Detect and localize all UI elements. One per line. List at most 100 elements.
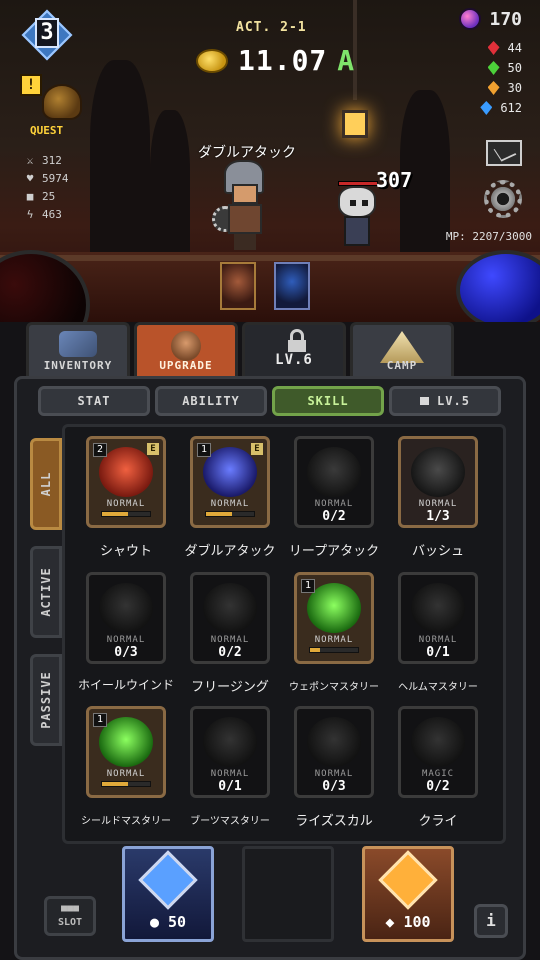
subtab-ability[interactable]: ABILITY bbox=[155, 386, 267, 416]
skill-card-weapon-mastery[interactable]: 1 NORMAL bbox=[294, 572, 374, 664]
skill-name: フリージング bbox=[191, 680, 269, 695]
lantern-icon bbox=[340, 0, 370, 140]
skill-rarity: NORMAL bbox=[314, 635, 354, 645]
skill-card-boots-mastery[interactable]: NORMAL 0/1 bbox=[190, 706, 270, 798]
blue-summon-card[interactable]: ● 50 bbox=[122, 846, 214, 942]
mail-icon[interactable] bbox=[486, 140, 522, 166]
tab-inventory-label: INVENTORY bbox=[43, 359, 113, 372]
orange-gem-icon: ◆ bbox=[385, 913, 404, 931]
empty-summon-slot[interactable] bbox=[242, 846, 334, 942]
hero-body bbox=[228, 204, 262, 234]
tab-locked-lv6[interactable]: LV.6 bbox=[242, 322, 346, 378]
skill-rarity: NORMAL bbox=[314, 769, 354, 779]
blue-crystal-icon bbox=[138, 850, 198, 910]
quest-button[interactable]: ! QUEST bbox=[18, 72, 88, 142]
skill-level: 1 bbox=[301, 579, 315, 593]
subtab-stat[interactable]: STAT bbox=[38, 386, 150, 416]
slot-button[interactable]: ■■■ SLOT bbox=[44, 896, 96, 936]
skill-card-cry[interactable]: MAGIC 0/2 bbox=[398, 706, 478, 798]
skill-card-shield-mastery[interactable]: 1 NORMAL bbox=[86, 706, 166, 798]
skill-card-helm-mastery[interactable]: NORMAL 0/1 bbox=[398, 572, 478, 664]
skill-card-whirlwind[interactable]: NORMAL 0/3 bbox=[86, 572, 166, 664]
skill-card-freezing[interactable]: NORMAL 0/2 bbox=[190, 572, 270, 664]
skill-count: 1/3 bbox=[426, 509, 450, 524]
lock-icon bbox=[288, 329, 306, 352]
lightning-icon: ϟ bbox=[26, 208, 34, 221]
skill-rarity: NORMAL bbox=[314, 499, 354, 509]
quest-label: QUEST bbox=[30, 124, 64, 137]
skill-name: シャウト bbox=[99, 544, 152, 559]
damage-number: 307 bbox=[376, 168, 413, 192]
subtab-skill[interactable]: SKILL bbox=[272, 386, 384, 416]
skill-rarity: NORMAL bbox=[418, 635, 458, 645]
skill-rarity: NORMAL bbox=[210, 499, 250, 509]
inventory-chest-icon bbox=[59, 331, 97, 357]
skill-count: 0/2 bbox=[218, 645, 242, 660]
skill-card-shout[interactable]: 2 E NORMAL bbox=[86, 436, 166, 528]
skill-count: 0/2 bbox=[426, 779, 450, 794]
heart-icon: ♥ bbox=[26, 172, 34, 185]
skill-count: 0/3 bbox=[114, 645, 138, 660]
side-tab-all-label: ALL bbox=[39, 471, 53, 497]
skill-count: 0/2 bbox=[322, 509, 346, 524]
sword-icon: ⚔ bbox=[26, 154, 34, 167]
blue-gems-value: 612 bbox=[500, 101, 522, 115]
skill-card-bash[interactable]: NORMAL 1/3 bbox=[398, 436, 478, 528]
skill-progress-bar bbox=[101, 511, 151, 517]
quest-helmet-icon bbox=[42, 84, 82, 120]
hero-character bbox=[212, 160, 282, 250]
shout-icon bbox=[99, 447, 153, 497]
gold-unit: A bbox=[337, 44, 355, 77]
subtab-locked-lv5[interactable]: LV.5 bbox=[389, 386, 501, 416]
skill-progress-fill bbox=[102, 512, 129, 516]
tab-camp[interactable]: CAMP bbox=[350, 322, 454, 378]
gold-summon-cost-value: 100 bbox=[403, 913, 431, 931]
skill-name: クライ bbox=[418, 814, 458, 829]
hp-value: 5974 bbox=[42, 172, 69, 185]
leap-attack-icon bbox=[307, 447, 361, 497]
orange-crystal-icon bbox=[378, 850, 438, 910]
skill-card-leap-attack[interactable]: NORMAL 0/2 bbox=[294, 436, 374, 528]
active-skill-double-attack-icon bbox=[274, 262, 310, 310]
skill-card-rise-skull[interactable]: NORMAL 0/3 bbox=[294, 706, 374, 798]
blue-summon-cost-value: 50 bbox=[168, 913, 187, 931]
boots-mastery-icon bbox=[203, 717, 257, 767]
skill-rarity: NORMAL bbox=[210, 635, 250, 645]
green-gems-value: 50 bbox=[507, 61, 522, 75]
side-tab-passive[interactable]: PASSIVE bbox=[30, 654, 62, 746]
slot-label: SLOT bbox=[57, 917, 83, 928]
side-tab-all[interactable]: ALL bbox=[30, 438, 62, 530]
gold-summon-card[interactable]: ◆ 100 bbox=[362, 846, 454, 942]
skill-name: ホイールウインド bbox=[77, 678, 174, 692]
skill-rarity: NORMAL bbox=[418, 499, 458, 509]
player-level-badge[interactable]: 3 bbox=[16, 9, 78, 61]
tab-upgrade[interactable]: UPGRADE bbox=[134, 322, 238, 378]
cry-icon bbox=[411, 717, 465, 767]
gear-icon[interactable] bbox=[484, 180, 522, 218]
skill-rarity: NORMAL bbox=[106, 499, 146, 509]
skill-level: 1 bbox=[197, 443, 211, 457]
skill-name: ライズスカル bbox=[295, 814, 373, 829]
hero-stats: ⚔ 312 ♥ 5974 ■ 25 ϟ 463 bbox=[24, 152, 69, 224]
side-tab-active[interactable]: ACTIVE bbox=[30, 546, 62, 638]
blue-gem-icon bbox=[480, 101, 493, 115]
skill-card-double-attack[interactable]: 1 E NORMAL bbox=[190, 436, 270, 528]
skill-rarity: NORMAL bbox=[106, 635, 146, 645]
tab-inventory[interactable]: INVENTORY bbox=[26, 322, 130, 378]
armor-icon: ■ bbox=[26, 190, 34, 203]
red-gem-icon bbox=[487, 41, 500, 55]
enemy-skeleton bbox=[330, 186, 386, 252]
act-label: ACT. 2-1 bbox=[236, 20, 307, 35]
skill-rarity: NORMAL bbox=[106, 769, 146, 779]
hero-face bbox=[232, 184, 258, 204]
info-button[interactable]: i bbox=[474, 904, 508, 938]
helm-mastery-icon bbox=[411, 583, 465, 633]
green-gem-icon bbox=[487, 61, 500, 75]
skill-progress-bar bbox=[309, 647, 359, 653]
side-tab-active-label: ACTIVE bbox=[39, 567, 53, 617]
equipped-badge: E bbox=[147, 443, 159, 455]
tab-upgrade-label: UPGRADE bbox=[159, 359, 213, 372]
weapon-mastery-icon bbox=[307, 583, 361, 633]
skill-progress-fill bbox=[102, 782, 129, 786]
double-attack-icon bbox=[203, 447, 257, 497]
